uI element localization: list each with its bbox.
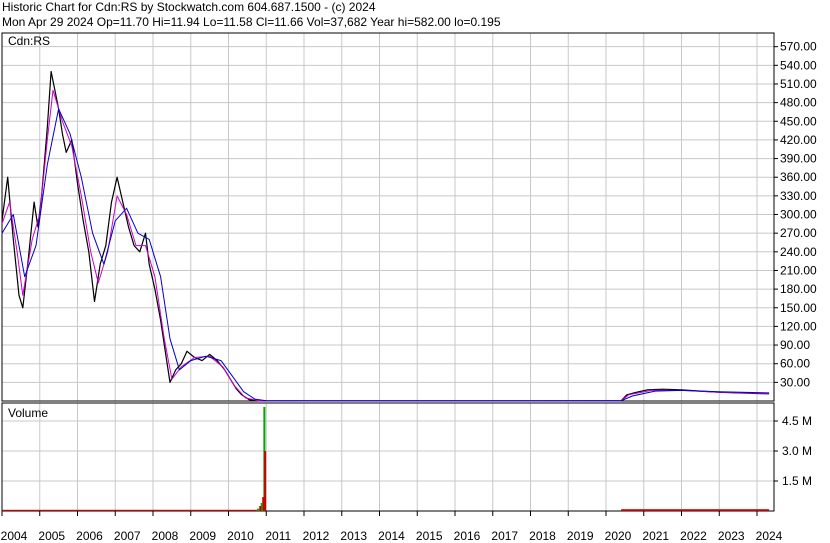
price-tick-label: 480.00 — [780, 96, 817, 110]
price-tick-label: 540.00 — [780, 58, 817, 72]
price-tick-label: 120.00 — [780, 319, 817, 333]
price-tick-label: 360.00 — [780, 170, 817, 184]
time-tick-label: 2005 — [38, 529, 65, 543]
volume-bar — [259, 506, 262, 511]
symbol-label: Cdn:RS — [8, 34, 50, 48]
volume-tick-label: 4.5 M — [782, 414, 812, 428]
volume-panel — [1, 402, 775, 512]
price-series-line — [1, 108, 770, 402]
time-tick-label: 2018 — [529, 529, 556, 543]
price-series-line — [1, 89, 770, 402]
price-axis: 30.00 60.00 90.00 120.00 150.00 180.00 210.00 2… — [774, 40, 817, 389]
price-tick-label: 570.00 — [780, 40, 817, 54]
price-tick-label: 330.00 — [780, 189, 817, 203]
time-tick-label: 2022 — [680, 529, 707, 543]
time-tick-label: 2004 — [1, 529, 28, 543]
price-tick-label: 390.00 — [780, 152, 817, 166]
time-tick-label: 2006 — [76, 529, 103, 543]
time-tick-label: 2020 — [605, 529, 632, 543]
volume-tick-label: 1.5 M — [782, 474, 812, 488]
time-tick-label: 2011 — [265, 529, 291, 543]
time-axis: 2004 2005 2006 2007 2008 2009 2010 2011 2012 2013… — [1, 511, 783, 543]
time-tick-label: 2015 — [416, 529, 443, 543]
price-tick-label: 450.00 — [780, 114, 817, 128]
time-tick-label: 2013 — [340, 529, 367, 543]
time-tick-label: 2024 — [756, 529, 783, 543]
time-tick-label: 2019 — [567, 529, 594, 543]
volume-label: Volume — [8, 406, 48, 420]
volume-bar — [264, 451, 267, 511]
volume-tick-label: 3.0 M — [782, 444, 812, 458]
price-tick-label: 30.00 — [780, 375, 810, 389]
grid-layer — [1, 33, 774, 511]
price-tick-label: 510.00 — [780, 77, 817, 91]
price-tick-label: 150.00 — [780, 301, 817, 315]
price-tick-label: 420.00 — [780, 133, 817, 147]
time-tick-label: 2007 — [114, 529, 141, 543]
time-tick-label: 2017 — [491, 529, 518, 543]
volume-axis: 1.5 M 3.0 M 4.5 M — [774, 414, 812, 488]
time-tick-label: 2016 — [454, 529, 481, 543]
time-tick-label: 2008 — [152, 529, 179, 543]
price-tick-label: 300.00 — [780, 208, 817, 222]
time-tick-label: 2009 — [189, 529, 216, 543]
price-tick-label: 180.00 — [780, 282, 817, 296]
volume-bar — [256, 508, 259, 511]
price-tick-label: 240.00 — [780, 245, 817, 259]
price-tick-label: 90.00 — [780, 338, 810, 352]
time-tick-label: 2021 — [642, 529, 669, 543]
time-tick-label: 2012 — [303, 529, 330, 543]
volume-baseline-bars — [2, 509, 257, 511]
time-tick-label: 2010 — [227, 529, 254, 543]
time-tick-label: 2014 — [378, 529, 405, 543]
price-tick-label: 210.00 — [780, 263, 817, 277]
volume-baseline-bars — [621, 509, 770, 511]
volume-bars-layer — [2, 407, 770, 511]
time-tick-label: 2023 — [718, 529, 745, 543]
price-tick-label: 270.00 — [780, 226, 817, 240]
price-panel — [1, 32, 775, 402]
stock-chart: Cdn:RS Volume 30.00 60.00 90.00 120.00 150.0… — [1, 32, 817, 543]
price-tick-label: 60.00 — [780, 357, 810, 371]
